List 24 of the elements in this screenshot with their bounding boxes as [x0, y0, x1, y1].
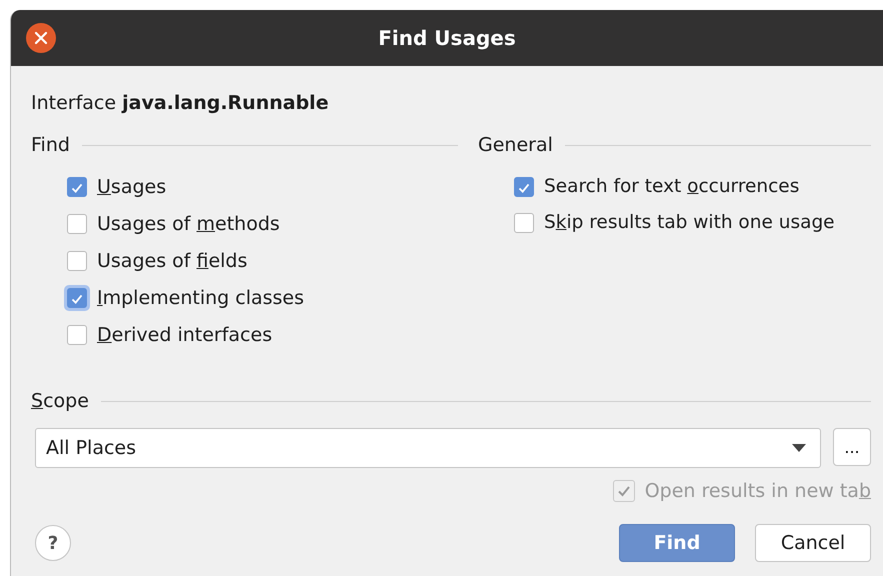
section-title: General	[478, 134, 553, 156]
window-title: Find Usages	[378, 26, 516, 50]
checkbox-label[interactable]: Usages of fields	[97, 250, 248, 272]
checkbox[interactable]	[514, 176, 534, 196]
section-title: Find	[31, 134, 70, 156]
interface-name: Interface java.lang.Runnable	[31, 92, 330, 114]
checkbox-label[interactable]: Derived interfaces	[97, 324, 272, 346]
checkbox-label[interactable]: Usages of methods	[97, 213, 280, 235]
close-icon[interactable]	[26, 23, 56, 53]
checkbox[interactable]	[67, 251, 87, 271]
browse-button[interactable]: ...	[833, 428, 871, 466]
checkbox[interactable]	[67, 325, 87, 345]
checkbox-label[interactable]: Usages	[97, 176, 166, 198]
cancel-button[interactable]: Cancel	[755, 524, 871, 562]
section-title: Scope	[31, 390, 89, 412]
checkbox-label[interactable]: Implementing classes	[97, 287, 304, 309]
checkbox-label[interactable]: Skip results tab with one usage	[544, 212, 835, 233]
help-button[interactable]: ?	[35, 525, 71, 561]
checkbox[interactable]	[67, 214, 87, 234]
checkbox[interactable]	[514, 212, 534, 232]
checkbox-label[interactable]: Search for text occurrences	[544, 176, 800, 197]
scope-dropdown[interactable]: All Places	[35, 428, 821, 468]
checkbox[interactable]	[67, 177, 87, 197]
dropdown-arrow-icon	[792, 444, 806, 452]
